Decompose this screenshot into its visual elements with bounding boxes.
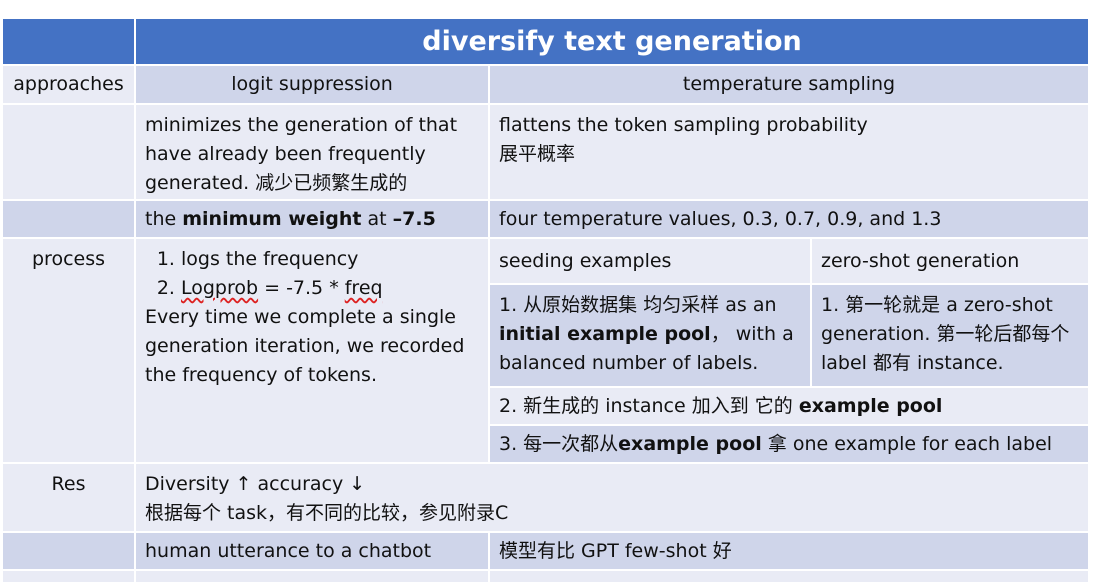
table-title: diversify text generation (136, 19, 1088, 64)
empty-label-cell (3, 201, 134, 237)
corner-header (3, 19, 134, 64)
res-label: Res (51, 473, 86, 495)
logit-suppression-label: logit suppression (231, 73, 393, 95)
minimum-weight-cell: the minimum weight at –7.5 (136, 201, 488, 237)
list-item: logs the frequency (181, 245, 479, 274)
utterance-cell: human utterance to a chatbot (136, 533, 488, 569)
empty-label-cell (3, 533, 134, 569)
logit-process-cell: logs the frequency Logprob = -7.5 * freq… (136, 239, 488, 462)
row-label-approaches: approaches (3, 66, 134, 103)
row-label-process: process (3, 239, 134, 462)
zero-shot-header: zero-shot generation (812, 239, 1088, 283)
partial-row-cell (136, 571, 488, 582)
weight-value: –7.5 (392, 207, 436, 230)
temperature-definition-en: flattens the token sampling probability (499, 114, 868, 136)
seeding-examples-header: seeding examples (490, 239, 810, 283)
logit-definition: minimizes the generation of that have al… (136, 105, 488, 199)
result-line-2: 根据每个 task，有不同的比较，参见附录C (145, 502, 509, 524)
process-label: process (31, 248, 105, 270)
weight-mid: at (361, 207, 393, 230)
temperature-sampling-label: temperature sampling (682, 73, 896, 95)
empty-label-cell (3, 105, 134, 199)
list-item: Logprob = -7.5 * freq (181, 274, 479, 303)
process-step-2: 2. 新生成的 instance 加入到 它的 example pool (490, 388, 1088, 424)
temperature-values-cell: four temperature values, 0.3, 0.7, 0.9, … (490, 201, 1088, 237)
temperature-definition: flattens the token sampling probability … (490, 105, 1088, 199)
result-line-1: Diversity ↑ accuracy ↓ (145, 473, 366, 495)
model-comparison-cell: 模型有比 GPT few-shot 好 (490, 533, 1088, 569)
seeding-step-1: 1. 从原始数据集 均匀采样 as an initial example poo… (490, 285, 810, 386)
header-temperature-sampling: temperature sampling (490, 66, 1088, 103)
temperature-definition-zh: 展平概率 (499, 143, 576, 165)
process-step-3: 3. 每一次都从example pool 拿 one example for e… (490, 426, 1088, 462)
row-label-res: Res (3, 464, 134, 531)
logit-process-steps: logs the frequency Logprob = -7.5 * freq (145, 245, 479, 303)
partial-row-cell (490, 571, 1088, 582)
approaches-label: approaches (13, 73, 124, 95)
zero-shot-step-1: 1. 第一轮就是 a zero-shot generation. 第一轮后都每个… (812, 285, 1088, 386)
partial-row-cell (3, 571, 134, 582)
weight-bold: minimum weight (182, 207, 362, 230)
weight-prefix: the (145, 207, 183, 230)
header-logit-suppression: logit suppression (136, 66, 488, 103)
logit-process-description: Every time we complete a single generati… (145, 306, 465, 386)
result-cell: Diversity ↑ accuracy ↓ 根据每个 task，有不同的比较，… (136, 464, 1088, 531)
temperature-values: four temperature values, 0.3, 0.7, 0.9, … (499, 207, 942, 230)
